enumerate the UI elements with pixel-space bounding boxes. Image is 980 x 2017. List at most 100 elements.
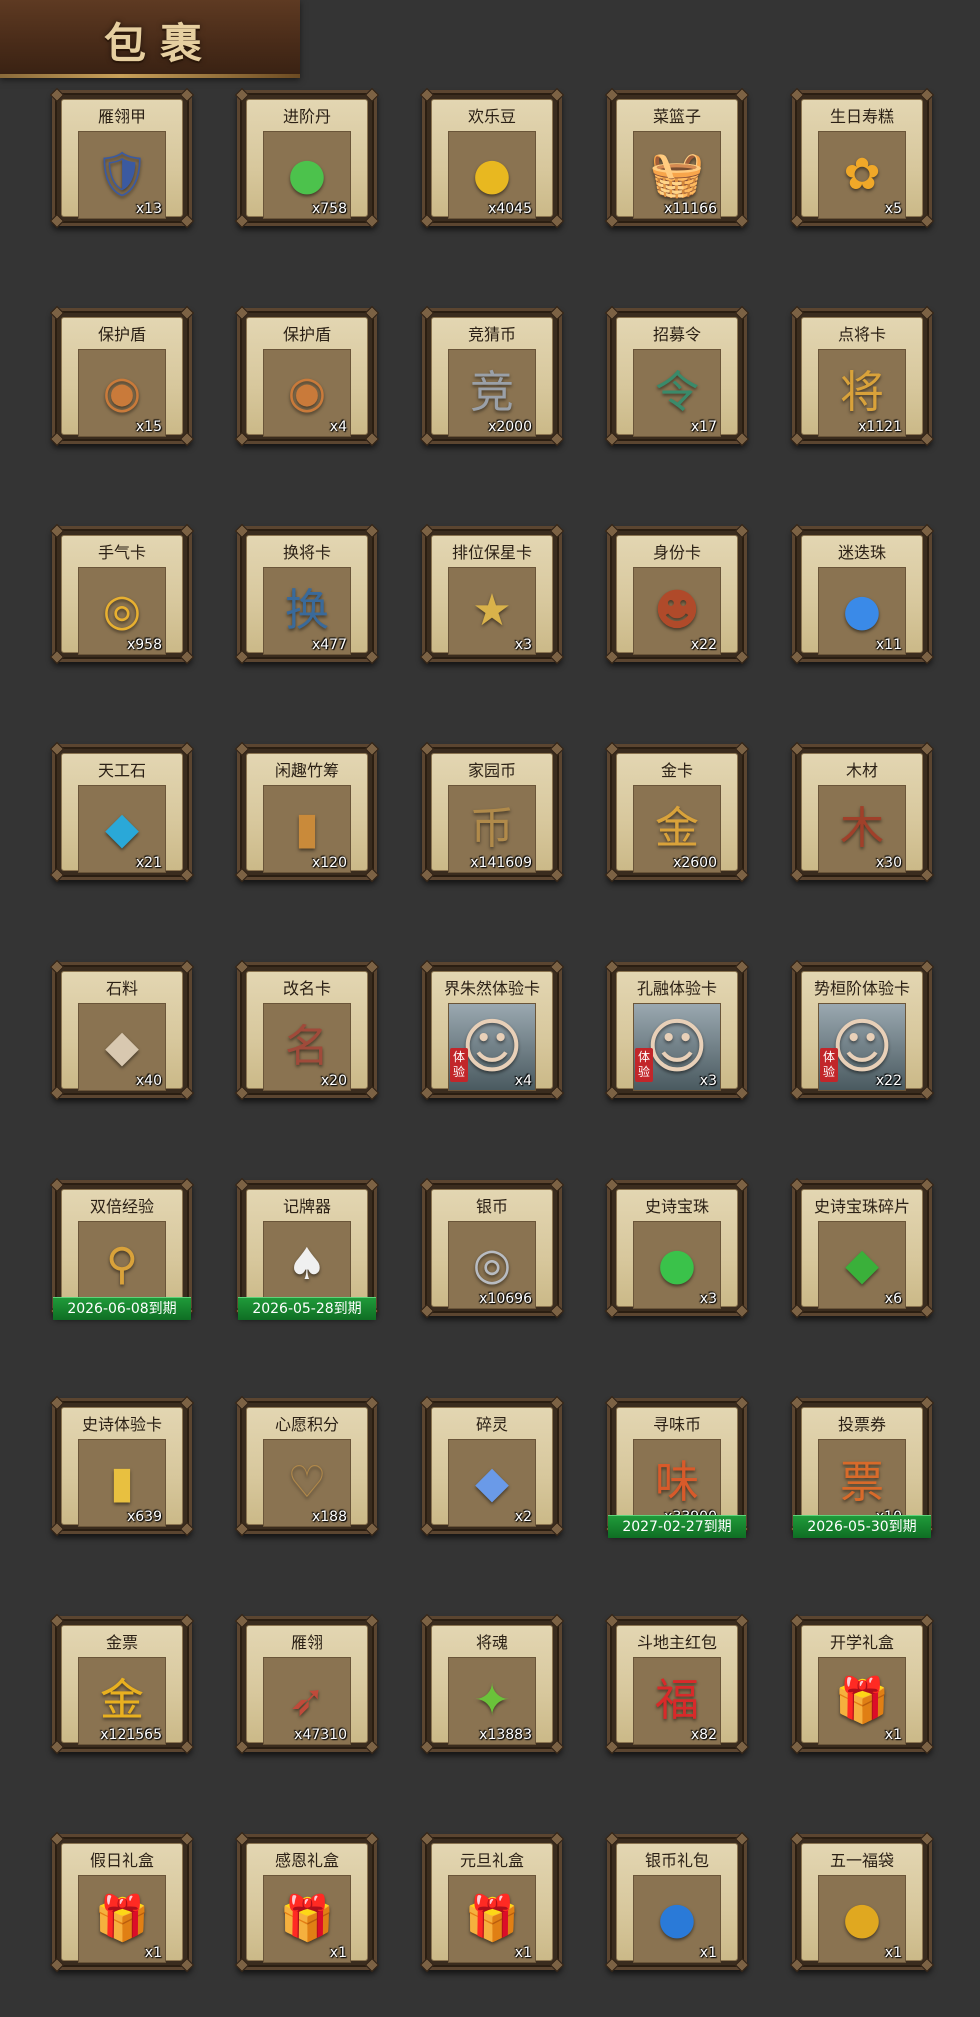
frame-corner xyxy=(364,1613,380,1629)
inventory-item[interactable]: 进阶丹 ● x758 xyxy=(234,87,380,229)
frame-corner xyxy=(604,867,620,883)
inventory-item[interactable]: 金卡金 x2600 xyxy=(604,741,750,883)
inventory-item[interactable]: 元旦礼盒 🎁 x1 xyxy=(419,1831,565,1973)
inventory-item[interactable]: 改名卡名 x20 xyxy=(234,959,380,1101)
frame-corner xyxy=(604,1957,620,1973)
inventory-item[interactable]: 双倍经验 ⚲ 2026-06-08到期 xyxy=(49,1177,195,1320)
inventory-item[interactable]: 换将卡换 x477 xyxy=(234,523,380,665)
frame-corner xyxy=(364,1395,380,1411)
inventory-item[interactable]: 开学礼盒 🎁 x1 xyxy=(789,1613,935,1755)
inventory-item[interactable]: 寻味币味x339002027-02-27到期 xyxy=(604,1395,750,1538)
inventory-item[interactable]: 天工石 ◆ x21 xyxy=(49,741,195,883)
icon-glyph: ☺ xyxy=(830,1012,894,1082)
frame-corner xyxy=(789,649,805,665)
frame-corner xyxy=(49,1957,65,1973)
inventory-item[interactable]: 孔融体验卡 ☺ 体验 x3 xyxy=(604,959,750,1101)
double-exp-icon: ⚲ xyxy=(78,1221,166,1309)
item-quantity: x4045 xyxy=(488,201,532,217)
item-quantity: x82 xyxy=(690,1727,717,1743)
inventory-item[interactable]: 雁翎甲 🛡 x13 xyxy=(49,87,195,229)
inventory-item[interactable]: 史诗宝珠碎片 ◆ x6 xyxy=(789,1177,935,1319)
frame-corner xyxy=(179,1739,195,1755)
item-quantity: x1 xyxy=(514,1945,532,1961)
frame-corner xyxy=(919,867,935,883)
frame-corner xyxy=(919,1831,935,1847)
frame-corner xyxy=(49,959,65,975)
inventory-item[interactable]: 五一福袋 ● x1 xyxy=(789,1831,935,1973)
inventory-item[interactable]: 银币礼包 ● x1 xyxy=(604,1831,750,1973)
inventory-item[interactable]: 家园币币 x141609 xyxy=(419,741,565,883)
inventory-item[interactable]: 保护盾 ◉ x15 xyxy=(49,305,195,447)
frame-corner xyxy=(789,1303,805,1319)
inventory-item[interactable]: 记牌器 ♠ 2026-05-28到期 xyxy=(234,1177,380,1320)
inventory-item[interactable]: 竞猜币竞 x2000 xyxy=(419,305,565,447)
inventory-item[interactable]: 感恩礼盒 🎁 x1 xyxy=(234,1831,380,1973)
inventory-item[interactable]: 欢乐豆 ● x4045 xyxy=(419,87,565,229)
inventory-item[interactable]: 菜篮子 🧺 x11166 xyxy=(604,87,750,229)
frame-corner xyxy=(604,1303,620,1319)
icon-glyph: ● xyxy=(287,149,327,200)
inventory-item[interactable]: 界朱然体验卡 ☺ 体验 x4 xyxy=(419,959,565,1101)
frame-corner xyxy=(789,1085,805,1101)
frame-corner xyxy=(604,1739,620,1755)
item-quantity: x3 xyxy=(699,1291,717,1307)
inventory-item[interactable]: 雁翎 ➶ x47310 xyxy=(234,1613,380,1755)
frame-corner xyxy=(549,523,565,539)
frame-corner xyxy=(179,1177,195,1193)
frame-corner xyxy=(364,1739,380,1755)
inventory-item[interactable]: 保护盾 ◉ x4 xyxy=(234,305,380,447)
icon-glyph: 竞 xyxy=(470,367,514,418)
inventory-item[interactable]: 招募令令 x17 xyxy=(604,305,750,447)
frame-corner xyxy=(234,1177,250,1193)
item-name: 家园币 xyxy=(467,761,516,780)
stone-icon: ◆ x40 xyxy=(78,1003,166,1091)
frame-corner xyxy=(49,1831,65,1847)
item-name: 元旦礼盒 xyxy=(459,1851,524,1870)
inventory-item[interactable]: 生日寿糕 ✿ x5 xyxy=(789,87,935,229)
frame-corner xyxy=(419,87,435,103)
frame-corner xyxy=(734,1303,750,1319)
item-quantity: x120 xyxy=(311,855,347,871)
inventory-item[interactable]: 将魂 ✦ x13883 xyxy=(419,1613,565,1755)
inventory-item[interactable]: 假日礼盒 🎁 x1 xyxy=(49,1831,195,1973)
frame-corner xyxy=(234,305,250,321)
frame-corner xyxy=(604,1613,620,1629)
item-name: 史诗体验卡 xyxy=(81,1415,162,1434)
inventory-item[interactable]: 银币 ◎ x10696 xyxy=(419,1177,565,1319)
frame-corner xyxy=(919,649,935,665)
inventory-item[interactable]: 排位保星卡 ★ x3 xyxy=(419,523,565,665)
frame-corner xyxy=(734,431,750,447)
inventory-item[interactable]: 木材木 x30 xyxy=(789,741,935,883)
frame-corner xyxy=(49,1739,65,1755)
inventory-item[interactable]: 金票金 x121565 xyxy=(49,1613,195,1755)
inventory-item[interactable]: 心愿积分 ♡ x188 xyxy=(234,1395,380,1537)
inventory-item[interactable]: 迷迭珠 ● x11 xyxy=(789,523,935,665)
icon-glyph: ✿ xyxy=(843,149,881,200)
item-name: 银币 xyxy=(475,1197,508,1216)
inventory-item[interactable]: 史诗体验卡 ▮ x639 xyxy=(49,1395,195,1537)
item-quantity: x2 xyxy=(514,1509,532,1525)
frame-corner xyxy=(789,959,805,975)
expiry-banner: 2027-02-27到期 xyxy=(608,1515,746,1538)
inventory-item[interactable]: 投票券票x102026-05-30到期 xyxy=(789,1395,935,1538)
item-quantity: x639 xyxy=(126,1509,162,1525)
inventory-item[interactable]: 石料 ◆ x40 xyxy=(49,959,195,1101)
item-name: 假日礼盒 xyxy=(89,1851,154,1870)
inventory-item[interactable]: 斗地主红包福 x82 xyxy=(604,1613,750,1755)
inventory-item[interactable]: 点将卡将 x1121 xyxy=(789,305,935,447)
frame-corner xyxy=(179,1521,195,1537)
frame-corner xyxy=(789,741,805,757)
inventory-item[interactable]: 势桓阶体验卡 ☺ 体验 x22 xyxy=(789,959,935,1101)
item-name: 竞猜币 xyxy=(467,325,516,344)
inventory-item[interactable]: 身份卡 ☻ x22 xyxy=(604,523,750,665)
inventory-item[interactable]: 手气卡 ◎ x958 xyxy=(49,523,195,665)
silver-coin-icon: ◎ x10696 xyxy=(448,1221,536,1309)
inventory-item[interactable]: 碎灵 ◆ x2 xyxy=(419,1395,565,1537)
inventory-item[interactable]: 史诗宝珠 ● x3 xyxy=(604,1177,750,1319)
icon-glyph: 🎁 xyxy=(834,1675,890,1726)
gift-box-icon: 🎁 x1 xyxy=(448,1875,536,1963)
frame-corner xyxy=(419,741,435,757)
inventory-item[interactable]: 闲趣竹筹 ▮ x120 xyxy=(234,741,380,883)
frame-corner xyxy=(789,1177,805,1193)
shield-icon: ◉ x4 xyxy=(263,349,351,437)
